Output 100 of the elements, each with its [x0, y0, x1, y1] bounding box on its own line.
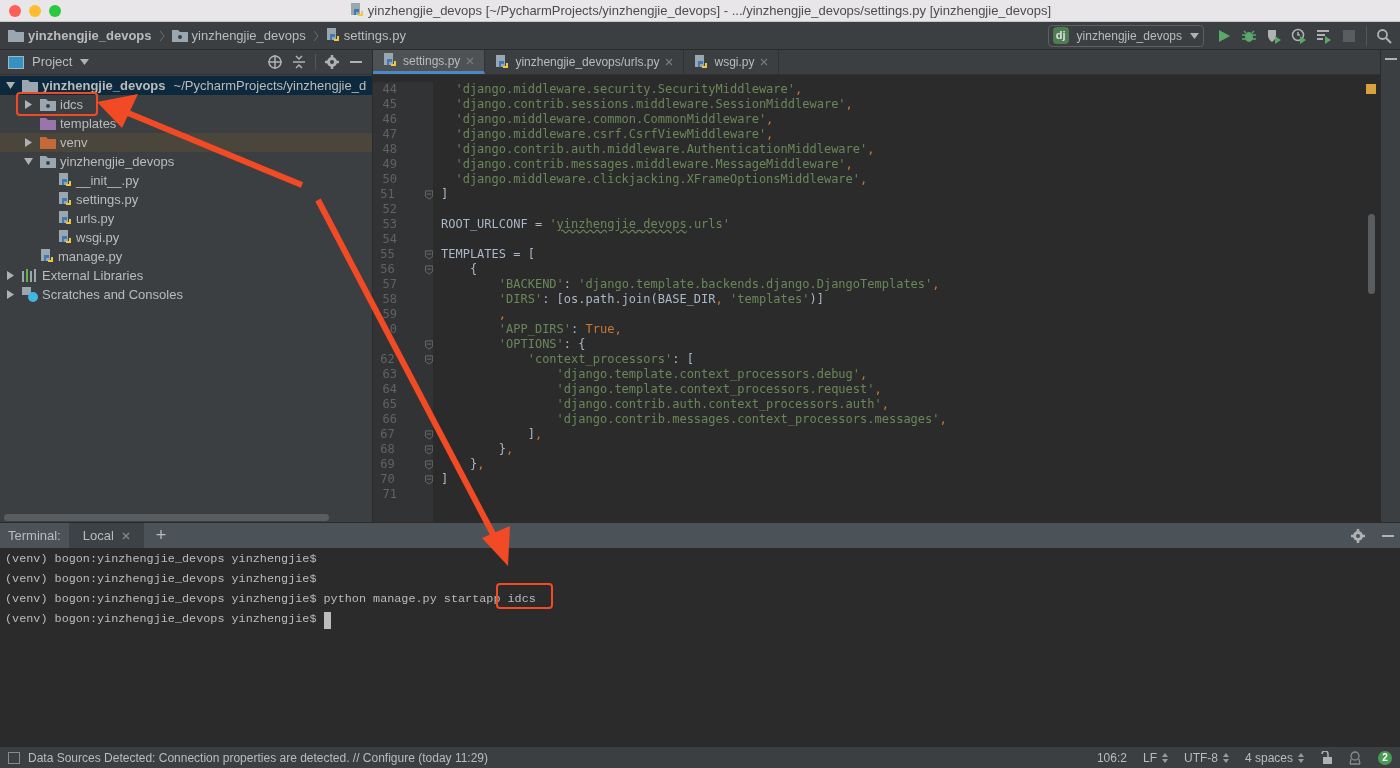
terminal-tab[interactable]: Local: [68, 523, 144, 548]
folder-icon: [22, 79, 38, 92]
editor-tab[interactable]: settings.py: [373, 50, 486, 74]
folder-icon: [8, 29, 24, 42]
run-icon[interactable]: [1216, 27, 1232, 44]
tree-item[interactable]: urls.py: [0, 209, 372, 228]
fold-marker-icon[interactable]: [424, 474, 433, 485]
tree-item[interactable]: yinzhengjie_devops: [0, 152, 372, 171]
tree-item-label: manage.py: [58, 247, 123, 266]
code-line: 'django.contrib.messages.context_processors.messages',: [555, 412, 947, 426]
scrollbar[interactable]: [4, 513, 329, 521]
folder-icon: [40, 136, 56, 149]
code-line: ROOT_URLCONF = 'yinzhengjie_devops.urls': [441, 217, 730, 231]
code-line: TEMPLATES = [: [441, 247, 535, 261]
collapsed-arrow-icon[interactable]: [6, 290, 15, 299]
project-view-dropdown[interactable]: Project: [8, 52, 90, 72]
warning-marker[interactable]: [1366, 84, 1376, 94]
fold-marker-icon[interactable]: [424, 354, 433, 365]
run-configuration-dropdown[interactable]: dj yinzhengjie_devops: [1047, 24, 1204, 47]
fold-marker-icon[interactable]: [424, 429, 433, 440]
code-line: {: [468, 262, 478, 276]
close-icon[interactable]: [665, 58, 674, 66]
python-file-icon: [694, 54, 709, 70]
code-line: 'django.middleware.security.SecurityMiddleware',: [454, 82, 803, 96]
code-line: ,: [497, 307, 507, 321]
tree-item[interactable]: manage.py: [0, 247, 372, 266]
tree-item[interactable]: settings.py: [0, 190, 372, 209]
tree-item[interactable]: templates: [0, 114, 372, 133]
python-file-icon: [495, 54, 510, 70]
lock-icon[interactable]: [1320, 751, 1332, 764]
fold-marker-icon[interactable]: [424, 339, 433, 350]
package-folder-icon: [171, 29, 188, 42]
close-icon[interactable]: [466, 56, 475, 65]
close-icon[interactable]: [121, 531, 130, 540]
code-line: 'django.middleware.csrf.CsrfViewMiddleware',: [454, 127, 774, 141]
inspector-icon[interactable]: [1348, 750, 1362, 765]
status-item[interactable]: UTF-8: [1183, 748, 1229, 767]
locate-icon[interactable]: [267, 54, 283, 70]
collapsed-arrow-icon[interactable]: [24, 100, 33, 109]
fold-marker-icon[interactable]: [424, 444, 433, 455]
tree-item[interactable]: External Libraries: [0, 266, 372, 285]
settings-icon[interactable]: [1350, 527, 1366, 544]
code-line: 'django.contrib.sessions.middleware.SessionMiddleware',: [454, 97, 853, 111]
shield-run-icon[interactable]: [1266, 27, 1282, 44]
new-tab-button[interactable]: +: [143, 522, 179, 549]
status-item[interactable]: LF: [1142, 748, 1168, 767]
collapse-icon[interactable]: [291, 54, 307, 70]
breadcrumb[interactable]: yinzhengjie_devops: [191, 25, 306, 46]
stop-icon[interactable]: [1341, 27, 1357, 44]
tree-item[interactable]: venv: [0, 133, 372, 152]
collapsed-arrow-icon[interactable]: [24, 138, 33, 147]
code-line: 'DIRS': [os.path.join(BASE_DIR, 'templates')]: [497, 292, 824, 306]
status-item[interactable]: 106:2: [1096, 748, 1127, 767]
zoom-window-button[interactable]: [49, 4, 61, 17]
tree-item-label: yinzhengjie_devops: [42, 76, 166, 95]
fold-marker-icon[interactable]: [424, 249, 433, 260]
fold-marker-icon[interactable]: [424, 189, 433, 200]
tree-item-label: __init__.py: [76, 171, 139, 190]
expanded-arrow-icon[interactable]: [24, 157, 33, 166]
tree-item[interactable]: Scratches and Consoles: [0, 285, 372, 304]
editor-tab[interactable]: wsgi.py: [684, 50, 780, 74]
expanded-arrow-icon[interactable]: [6, 81, 15, 90]
clock-run-icon[interactable]: [1291, 27, 1307, 44]
status-item[interactable]: 4 spaces: [1244, 748, 1304, 767]
fold-marker-icon[interactable]: [424, 459, 433, 470]
bug-icon[interactable]: [1241, 27, 1257, 44]
scrollbar-thumb[interactable]: [1367, 214, 1375, 294]
window-title: yinzhengjie_devops [~/PycharmProjects/yinzhengjie_devops] - .../yinzhengjie_devops/settings.py [yinzhengjie_devops]: [367, 1, 1052, 20]
tree-item-label: External Libraries: [42, 266, 144, 285]
django-badge: dj: [1052, 27, 1069, 44]
status-message[interactable]: Data Sources Detected: Connection properties are detected. // Configure (today 11:29): [28, 748, 1081, 767]
breadcrumb[interactable]: settings.py: [343, 25, 406, 46]
settings-icon[interactable]: [324, 54, 340, 70]
code-line: 'APP_DIRS': True,: [497, 322, 622, 336]
list-run-icon[interactable]: [1316, 27, 1332, 44]
notification-badge[interactable]: 2: [1378, 750, 1392, 765]
tree-item[interactable]: idcs: [0, 95, 372, 114]
tree-item[interactable]: wsgi.py: [0, 228, 372, 247]
code-line: 'django.contrib.messages.middleware.MessageMiddleware',: [454, 157, 853, 171]
code-line: 'OPTIONS': {: [497, 337, 586, 351]
editor-tab[interactable]: yinzhengjie_devops/urls.py: [485, 50, 685, 74]
close-window-button[interactable]: [9, 4, 21, 17]
package-folder-icon: [40, 155, 56, 168]
panel-toggle-icon[interactable]: [8, 751, 20, 764]
code-line: 'django.contrib.auth.context_processors.auth',: [555, 397, 889, 411]
breadcrumb[interactable]: yinzhengjie_devops: [28, 25, 152, 46]
terminal-argument: idcs: [507, 591, 536, 609]
tree-item-label: venv: [60, 133, 88, 152]
collapsed-arrow-icon[interactable]: [6, 271, 15, 280]
caret-icon: [1190, 32, 1199, 39]
tree-item[interactable]: __init__.py: [0, 171, 372, 190]
fold-marker-icon[interactable]: [424, 264, 433, 275]
tree-item-label: urls.py: [76, 209, 115, 228]
search-icon[interactable]: [1376, 27, 1392, 44]
code-line: ]: [441, 187, 449, 201]
code-line: },: [468, 457, 485, 471]
close-icon[interactable]: [760, 58, 769, 66]
tree-item[interactable]: yinzhengjie_devops ~/PycharmProjects/yinzhengjie_d: [0, 76, 372, 95]
folder-icon: [40, 117, 56, 130]
minimize-icon[interactable]: [1384, 58, 1397, 60]
